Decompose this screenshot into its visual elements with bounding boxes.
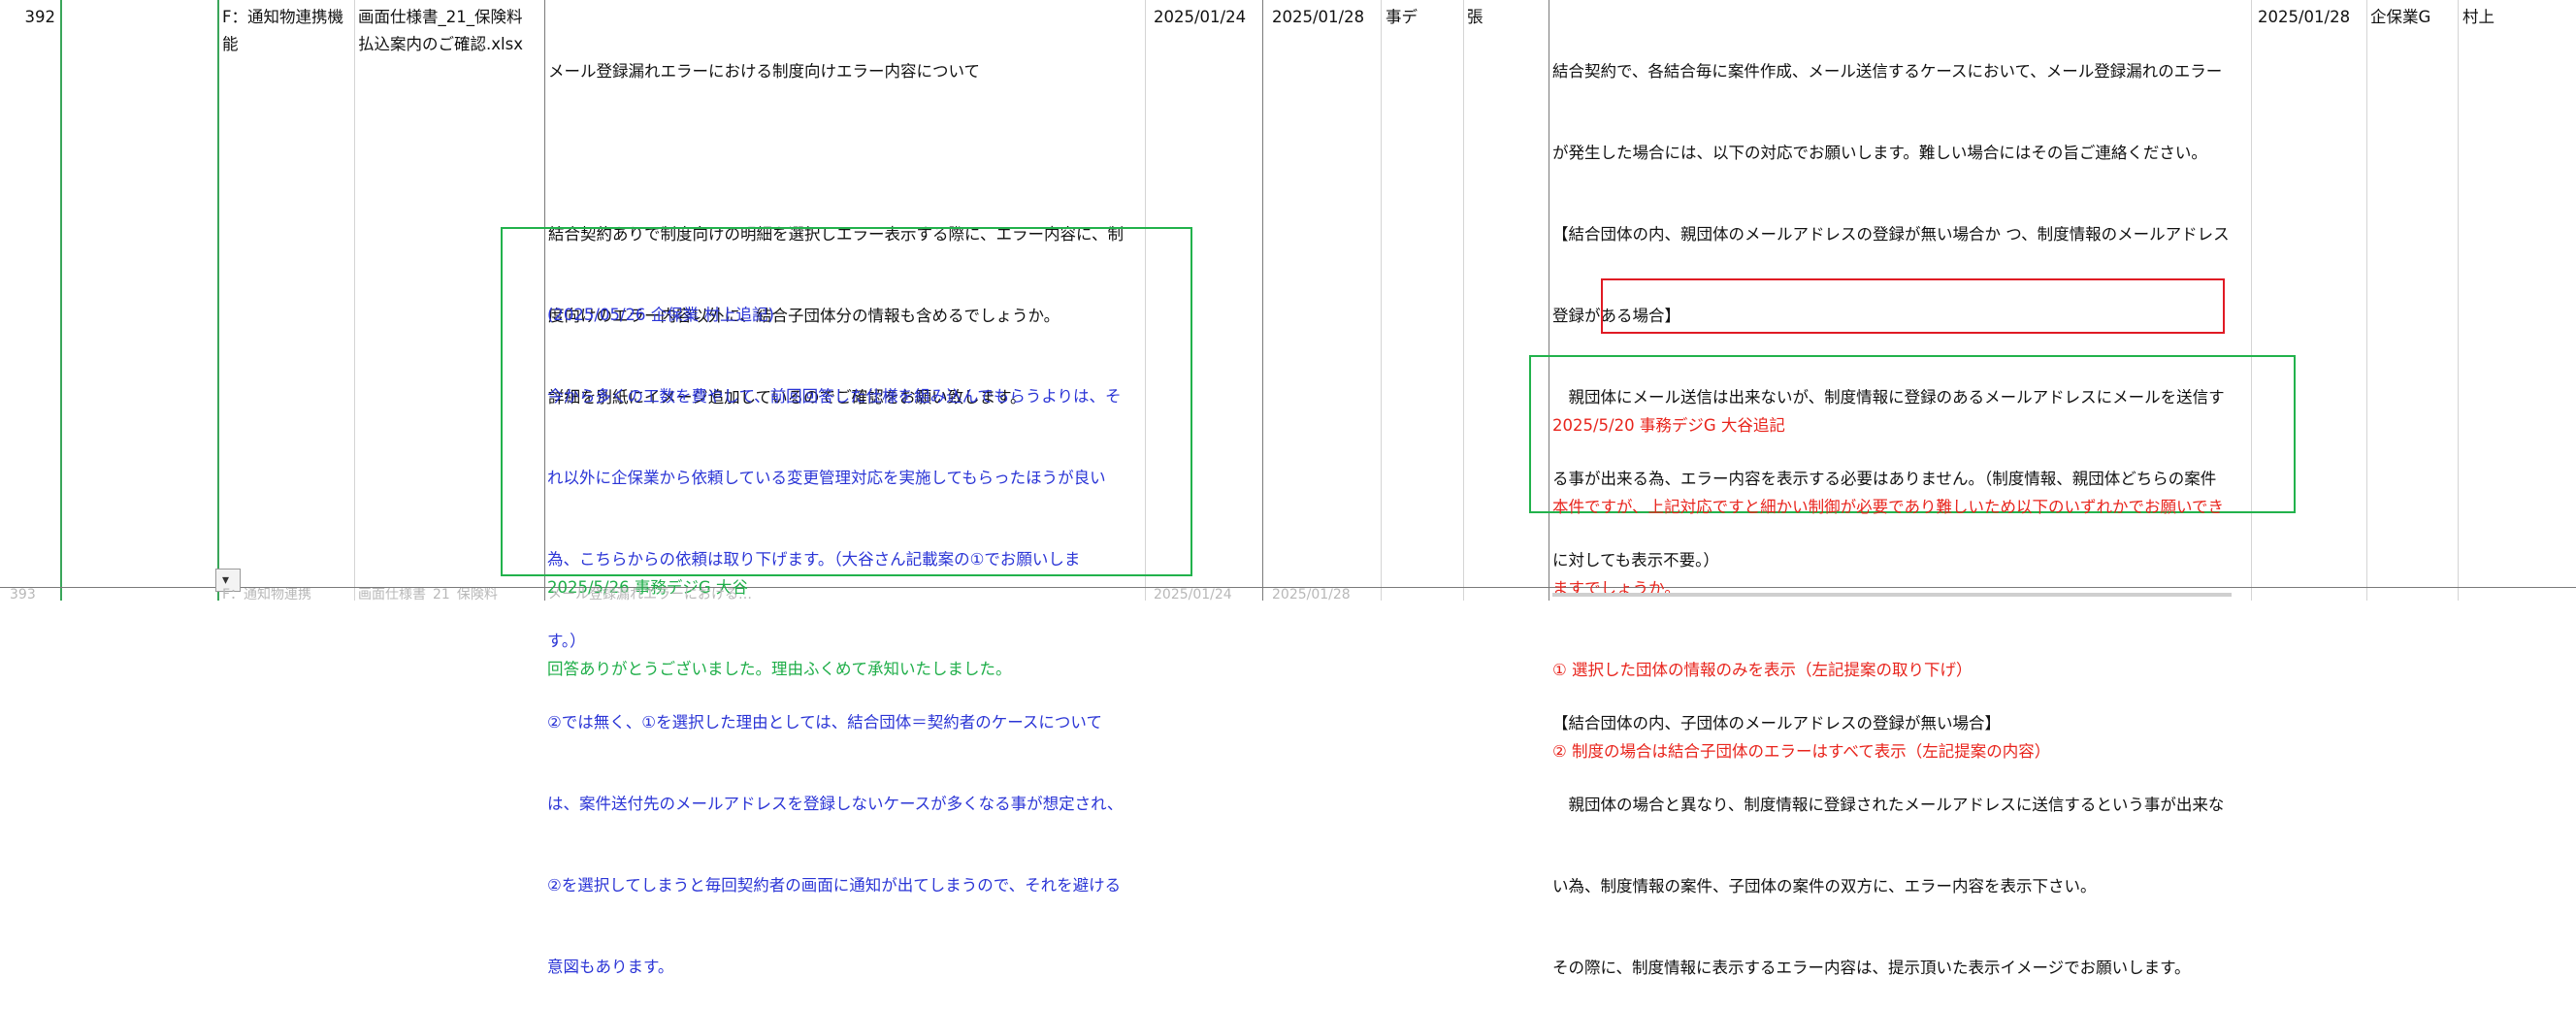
column-divider [2458, 0, 2459, 601]
followup-line: (2025/05/26 企保業 村上追記) [547, 306, 774, 324]
followup-line: 意図もあります。 [547, 958, 674, 976]
date-asked[interactable]: 2025/01/24 [1154, 4, 1246, 31]
category-line: F：通知物連携機 [222, 8, 343, 26]
highlight-annotation-box [1601, 278, 2225, 334]
asker-dept[interactable]: 事デ [1386, 4, 1418, 31]
answer-line: 【結合団体の内、親団体のメールアドレスの登録が無い場合か つ、制度情報のメールア… [1552, 225, 2230, 244]
date-due[interactable]: 2025/01/28 [1272, 4, 1364, 31]
answer-line: その際に、制度情報に表示するエラー内容は、提示頂いた表示イメージでお願いします。 [1552, 959, 2191, 977]
asker[interactable]: 張 [1467, 4, 1484, 31]
followup-green-line: 回答ありがとうございました。理由ふくめて承知いたしました。 [547, 660, 1012, 678]
answer-date[interactable]: 2025/01/28 [2258, 4, 2350, 31]
answer-red-line: ② 制度の場合は結合子団体のエラーはすべて表示（左記提案の内容） [1552, 742, 2051, 761]
answer-red-line: 2025/5/20 事務デジG 大谷追記 [1552, 416, 1785, 435]
next-row-answer-preview [1552, 593, 2232, 597]
column-divider [1463, 0, 1464, 601]
answer-line: 結合契約で、各結合毎に案件作成、メール送信するケースにおいて、メール登録漏れのエ… [1552, 62, 2223, 81]
document-line: 画面仕様書_21_保険料 [358, 8, 523, 26]
category-cell[interactable]: F：通知物連携機 能 [222, 4, 343, 58]
row-number: 392 [24, 8, 56, 26]
answer-line: 親団体の場合と異なり、制度情報に登録されたメールアドレスに送信するという事が出来… [1552, 796, 2225, 814]
answer-dept[interactable]: 企保業G [2370, 4, 2430, 31]
answer-line: が発生した場合には、以下の対応でお願いします。難しい場合にはその旨ご連絡ください… [1552, 144, 2207, 162]
document-cell[interactable]: 画面仕様書_21_保険料 払込案内のご確認.xlsx [358, 4, 523, 58]
column-divider [2366, 0, 2367, 601]
answer-red-line: ① 選択した団体の情報のみを表示（左記提案の取り下げ） [1552, 661, 1973, 679]
answer-line: い為、制度情報の案件、子団体の案件の双方に、エラー内容を表示下さい。 [1552, 877, 2097, 895]
column-divider [1262, 0, 1263, 601]
selection-border-left [60, 0, 62, 601]
followup-green-note: 2025/5/26 事務デジG 大谷 回答ありがとうございました。理由ふくめて承… [547, 520, 1012, 710]
answer-red-line: ますでしょうか。 [1552, 579, 1680, 598]
next-row-number: 393 [10, 588, 36, 601]
question-line: メール登録漏れエラーにおける制度向けエラー内容について [548, 62, 981, 81]
followup-line: 今から多くの工数を費やして、前回回答した仕様を組み込んでもらうよりは、そ [547, 387, 1122, 406]
column-divider [1381, 0, 1382, 601]
next-row-date-asked: 2025/01/24 [1154, 588, 1232, 601]
chevron-down-icon: ▾ [222, 572, 230, 588]
column-divider [354, 0, 355, 601]
next-row-category: F：通知物連携 [222, 588, 312, 601]
question-line [548, 140, 1140, 167]
selection-border-right [217, 0, 219, 601]
followup-line: ②を選択してしまうと毎回契約者の画面に通知が出てしまうので、それを避ける [547, 876, 1122, 895]
document-line: 払込案内のご確認.xlsx [358, 35, 523, 53]
followup-line: ②では無く、①を選択した理由としては、結合団体＝契約者のケースについて [547, 713, 1102, 732]
next-row-question: メール登録漏れエラーにおける… [548, 588, 752, 601]
next-row-date-due: 2025/01/28 [1272, 588, 1351, 601]
next-row-document: 画面仕様書_21_保険料 [358, 588, 498, 601]
answer-red-line: 本件ですが、上記対応ですと細かい制御が必要であり難しいため以下のいずれかでお願い… [1552, 498, 2225, 516]
answer-red-note: 2025/5/20 事務デジG 大谷追記 本件ですが、上記対応ですと細かい制御が… [1552, 358, 2224, 793]
followup-line: れ以外に企保業から依頼している変更管理対応を実施してもらったほうが良い [547, 469, 1106, 487]
followup-line: は、案件送付先のメールアドレスを登録しないケースが多くなる事が想定され、 [547, 795, 1124, 813]
category-line: 能 [222, 35, 239, 53]
answerer[interactable]: 村上 [2462, 4, 2494, 31]
